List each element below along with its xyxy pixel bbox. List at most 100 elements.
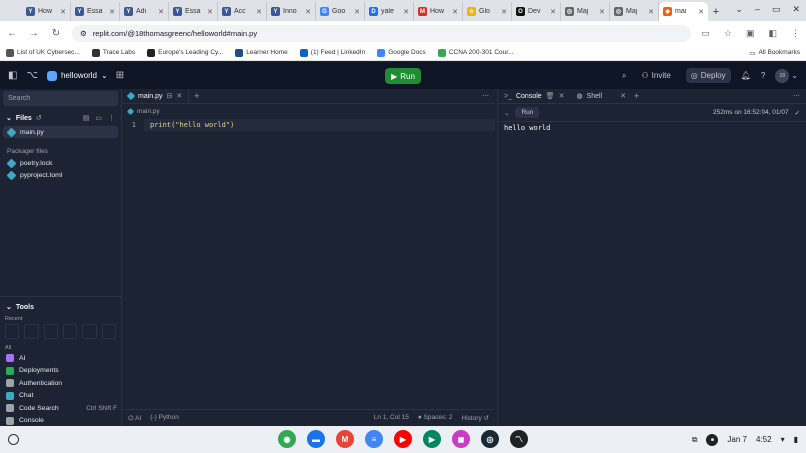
more-icon[interactable]: ⋯ [793,92,800,100]
shelf-app-icon[interactable]: 〽 [510,430,528,448]
close-icon[interactable]: ✕ [256,8,262,16]
close-icon[interactable]: ✕ [452,8,458,16]
close-icon[interactable]: ✕ [620,92,626,100]
recent-slot[interactable] [101,324,116,339]
browser-tab[interactable]: Y Adi ✕ [120,2,169,21]
tab-main-py[interactable]: main.py ⊟ ✕ [122,88,190,104]
history-button[interactable]: History ↺ [462,414,490,422]
wifi-icon[interactable]: ▾ [781,435,785,444]
bookmark-item[interactable]: (1) Feed | LinkedIn [299,48,365,57]
shelf-app-icon[interactable]: ▶ [423,430,441,448]
project-name-button[interactable]: helloworld ⌄ [46,70,108,81]
replit-logo-icon[interactable]: ⌥ [26,70,38,81]
close-icon[interactable]: ✕ [403,8,409,16]
code-text[interactable]: print("hello world") [144,119,495,131]
file-item[interactable]: main.py [3,126,118,138]
chevron-down-icon[interactable]: ⌄ [504,109,509,117]
extensions-icon[interactable]: ▣ [746,28,755,39]
ai-status[interactable]: ⌬ AI [128,414,141,422]
media-icon[interactable]: ■ [706,433,719,446]
browser-tab[interactable]: ◆ mai ✕ [659,2,708,21]
bookmark-item[interactable]: Europe's Leading Cy... [147,48,223,57]
close-window-button[interactable]: ✕ [792,4,800,15]
forward-button[interactable]: → [28,28,40,39]
tab-shell[interactable]: ◍ Shell ✕ [570,92,632,101]
file-item[interactable]: pyproject.toml [0,169,121,181]
shelf-app-icon[interactable]: ◎ [481,430,499,448]
code-line[interactable]: 1 print("hello world") [122,119,495,131]
tab-console[interactable]: >_ Console 🗑︎ ✕ [498,92,570,101]
tool-item[interactable]: Deployments [0,365,121,378]
browser-tab[interactable]: O Dev ✕ [512,2,561,21]
history-icon[interactable]: ↺ [36,114,42,122]
close-icon[interactable]: ✕ [60,8,66,16]
browser-tab[interactable]: Dyale ✕ [365,2,414,21]
invite-button[interactable]: ⚇ Invite [637,68,676,83]
bookmark-star-icon[interactable]: ☆ [724,28,732,39]
new-tab-button[interactable]: + [708,2,724,21]
browser-tab[interactable]: Y How ✕ [22,2,71,21]
shelf-app-icon[interactable]: ◼ [452,430,470,448]
file-item[interactable]: poetry.lock [0,157,121,169]
browser-tab[interactable]: ◎ Maj ✕ [561,2,610,21]
spaces-setting[interactable]: ● Spaces: 2 [418,414,453,422]
search-icon[interactable]: ⌕ [622,71,626,81]
avatar-menu[interactable]: 18 ⌄ [775,68,798,83]
more-icon[interactable]: ⋮ [108,114,115,122]
shelf-app-icon[interactable]: ▬ [307,430,325,448]
bookmark-item[interactable]: Learner Home [235,48,288,57]
new-tab-button[interactable]: + [189,91,199,101]
tool-item[interactable]: Code Search Ctrl Shift F [0,402,121,415]
browser-tab[interactable]: Y Acc ✕ [218,2,267,21]
bookmark-item[interactable]: List of UK Cybersec... [6,48,80,57]
files-header[interactable]: ⌄ Files ↺ ▤ ▭ ⋮ [0,110,121,126]
bookmark-item[interactable]: Google Docs [377,48,426,57]
recent-slot[interactable] [5,324,20,339]
close-icon[interactable]: ✕ [501,8,507,16]
back-button[interactable]: ← [6,28,18,39]
language-status[interactable]: (-) Python [150,414,179,421]
deploy-button[interactable]: ◎ Deploy [685,68,731,83]
close-icon[interactable]: ✕ [305,8,311,16]
run-button[interactable]: ▶ Run [385,68,421,84]
tools-header[interactable]: ⌄ Tools [0,299,121,315]
maximize-button[interactable]: ▭ [772,4,781,15]
close-icon[interactable]: ✕ [176,92,182,100]
close-icon[interactable]: ✕ [648,8,654,16]
tool-item[interactable]: AI [0,352,121,365]
recent-slot[interactable] [82,324,97,339]
shelf-app-icon[interactable]: ≡ [365,430,383,448]
shelf-app-icon[interactable]: ▶ [394,430,412,448]
screen-capture-icon[interactable]: ⧉ [692,435,698,445]
close-icon[interactable]: ✕ [158,8,164,16]
browser-tab[interactable]: Y Essa ✕ [169,2,218,21]
browser-tab[interactable]: ◎ Maj ✕ [610,2,659,21]
cursor-position[interactable]: Ln 1, Col 15 [374,414,409,422]
side-panel-icon[interactable]: ◧ [768,28,777,39]
browser-tab[interactable]: Y Inno ✕ [267,2,316,21]
menu-icon[interactable]: ⋮ [791,28,800,39]
reload-button[interactable]: ↻ [50,28,62,39]
cast-icon[interactable]: ▭ [701,28,710,39]
close-icon[interactable]: ✕ [599,8,605,16]
new-file-icon[interactable]: ▤ [83,114,90,122]
close-icon[interactable]: ✕ [559,92,565,100]
close-icon[interactable]: ✕ [109,8,115,16]
help-icon[interactable]: ? [761,71,765,80]
address-bar[interactable]: ⚙ replit.com/@18thomasgreenc/helloworld#… [72,24,692,42]
recent-slot[interactable] [24,324,39,339]
trash-icon[interactable]: 🗑︎ [546,92,555,100]
close-icon[interactable]: ✕ [698,8,704,16]
shelf-app-icon[interactable]: M [336,430,354,448]
bookmark-item[interactable]: Trace Labs [91,48,135,57]
new-tab-button[interactable]: + [632,91,639,101]
new-folder-icon[interactable]: ▭ [95,114,102,122]
bell-icon[interactable]: 🔔︎ [741,71,751,80]
browser-tab[interactable]: G Goo ✕ [316,2,365,21]
browser-tab[interactable]: Y Essa ✕ [71,2,120,21]
recent-slot[interactable] [62,324,78,339]
search-input[interactable]: Search [3,91,118,106]
layout-icon[interactable]: ⊞ [116,70,124,81]
tool-item[interactable]: Chat [0,390,121,403]
console-run-badge[interactable]: Run [515,107,540,118]
